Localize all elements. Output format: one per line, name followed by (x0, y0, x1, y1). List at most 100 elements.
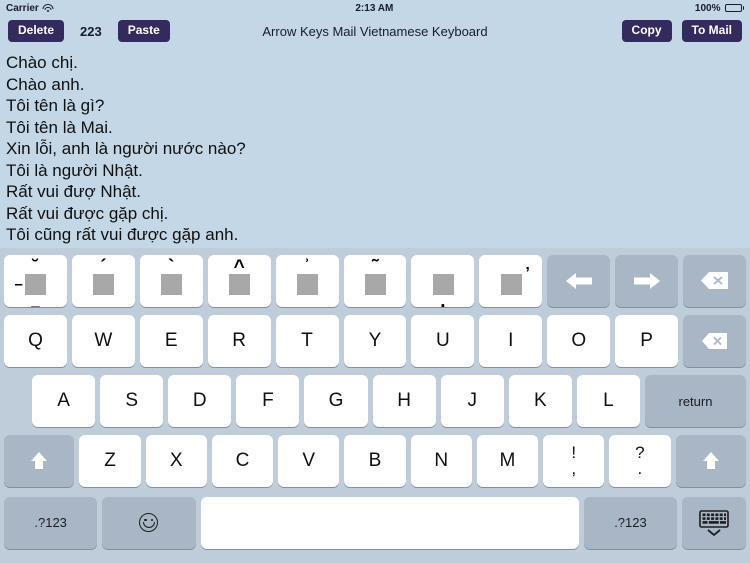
key-W[interactable]: W (71, 315, 135, 367)
diacritic-glyph: ʾ (290, 258, 324, 298)
key-E[interactable]: E (139, 315, 203, 367)
character-count: 223 (80, 23, 102, 39)
breve-mark: ˘ (32, 256, 39, 278)
text-line: Chào anh. (6, 74, 85, 94)
hide-keyboard-key[interactable] (682, 496, 746, 549)
backspace-key[interactable] (683, 315, 746, 367)
diacritic-glyph: ^ (222, 258, 256, 298)
circumflex-mark: ^ (233, 256, 245, 278)
key-M[interactable]: M (476, 435, 539, 487)
text-line: Tôi tên là gì? (6, 96, 105, 115)
arrow-left-key[interactable] (547, 254, 611, 307)
diacritic-glyph: ˜ (358, 258, 392, 298)
text-line: Rất vui đượ Nhật. (6, 182, 141, 201)
tilde-mark: ˜ (371, 256, 379, 278)
key-exclam-comma[interactable]: ! , (543, 435, 605, 487)
key-Z[interactable]: Z (79, 435, 141, 487)
key-V[interactable]: V (278, 435, 340, 487)
diacritic-glyph: ` (154, 258, 188, 298)
key-question-period[interactable]: ? . (609, 435, 671, 487)
key-U[interactable]: U (411, 315, 475, 367)
app-root: Carrier 2:13 AM 100% Arrow Keys Mail Vie… (0, 0, 750, 563)
status-bar-time: 2:13 AM (355, 2, 394, 14)
emoji-key[interactable] (102, 496, 196, 549)
shift-icon (31, 452, 48, 469)
status-bar-left: Carrier (6, 3, 54, 14)
key-Y[interactable]: Y (343, 315, 407, 367)
battery-full-icon (724, 4, 744, 12)
key-tilde[interactable]: ˜ (343, 254, 407, 307)
delete-tag-icon (700, 272, 728, 289)
text-line: Tôi là người Nhật. (6, 160, 143, 180)
key-S[interactable]: S (100, 375, 164, 427)
key-A[interactable]: A (32, 375, 96, 427)
bar-below-mark: _ (31, 291, 40, 309)
bar-left-mark: – (14, 275, 23, 293)
key-P[interactable]: P (615, 315, 679, 367)
key-L[interactable]: L (576, 375, 640, 427)
numeric-switch-left-key[interactable]: .?123 (4, 496, 98, 549)
diacritic-glyph: . (426, 264, 460, 311)
shift-right-key[interactable] (675, 435, 746, 487)
key-X[interactable]: X (145, 435, 207, 487)
key-acute[interactable]: ´ (71, 254, 135, 307)
return-key[interactable]: return (644, 375, 746, 427)
key-Q[interactable]: Q (4, 315, 67, 367)
to-mail-button[interactable]: To Mail (681, 20, 742, 42)
space-key[interactable] (200, 496, 579, 549)
keyboard-row-home: A S D F G H J K L return (0, 371, 750, 431)
diacritic-glyph: ʼ (494, 264, 530, 298)
key-C[interactable]: C (211, 435, 274, 487)
arrow-right-icon (633, 272, 660, 289)
key-dot-below[interactable]: . (411, 254, 475, 311)
backspace-icon (701, 333, 727, 349)
text-editor[interactable]: Chào chị. Chào anh. Tôi tên là gì? Tôi t… (0, 46, 750, 248)
key-B[interactable]: B (344, 435, 406, 487)
diacritic-glyph: ˘ – _ (14, 258, 52, 308)
delete-button[interactable]: Delete (8, 20, 65, 42)
clear-key[interactable] (683, 254, 746, 307)
key-D[interactable]: D (168, 375, 232, 427)
horn-mark: ʼ (525, 264, 530, 282)
hide-keyboard-icon (699, 509, 729, 536)
period-glyph: . (637, 459, 643, 478)
carrier-label: Carrier (6, 2, 39, 14)
key-H[interactable]: H (372, 375, 436, 427)
shift-icon (702, 452, 719, 469)
key-horn[interactable]: ʼ (479, 254, 543, 307)
text-line: Tôi tên là Mai. (6, 117, 113, 137)
wifi-icon (42, 3, 54, 13)
numeric-switch-right-key[interactable]: .?123 (583, 496, 678, 549)
keyboard-row-bottom-letters: Z X C V B N M ! , ? . (0, 431, 750, 491)
key-O[interactable]: O (547, 315, 611, 367)
hook-above-mark: ʾ (303, 256, 311, 278)
shift-left-key[interactable] (4, 435, 75, 487)
paste-button[interactable]: Paste (117, 20, 170, 42)
status-bar-right: 100% (695, 3, 744, 14)
arrow-left-icon (565, 272, 592, 289)
arrow-right-key[interactable] (615, 254, 679, 307)
virtual-keyboard: ˘ – _ ´ ` ^ ʾ ˜ . ʼ Q W E R T Y U I O P … (0, 248, 750, 563)
comma-glyph: , (571, 459, 577, 478)
key-G[interactable]: G (304, 375, 368, 427)
key-circumflex[interactable]: ^ (207, 254, 271, 307)
key-T[interactable]: T (275, 315, 339, 367)
keyboard-row-qwerty: Q W E R T Y U I O P (0, 311, 750, 371)
key-grave[interactable]: ` (139, 254, 203, 307)
acute-mark: ´ (100, 256, 107, 278)
text-line: Tôi cũng rất vui được gặp anh. (6, 225, 239, 244)
text-line: Rất vui được gặp chị. (6, 203, 169, 223)
key-J[interactable]: J (440, 375, 504, 427)
diacritic-glyph: ´ (86, 258, 120, 298)
key-R[interactable]: R (207, 315, 271, 367)
key-hook-above[interactable]: ʾ (275, 254, 339, 307)
grave-mark: ` (168, 256, 175, 278)
key-F[interactable]: F (236, 375, 300, 427)
toolbar: Arrow Keys Mail Vietnamese Keyboard Dele… (0, 16, 750, 46)
copy-button[interactable]: Copy (621, 20, 672, 42)
key-K[interactable]: K (508, 375, 572, 427)
key-I[interactable]: I (479, 315, 543, 367)
key-N[interactable]: N (410, 435, 472, 487)
text-line: Xin lỗi, anh là người nước nào? (6, 139, 246, 158)
key-breve-bar-combo[interactable]: ˘ – _ (4, 254, 67, 308)
